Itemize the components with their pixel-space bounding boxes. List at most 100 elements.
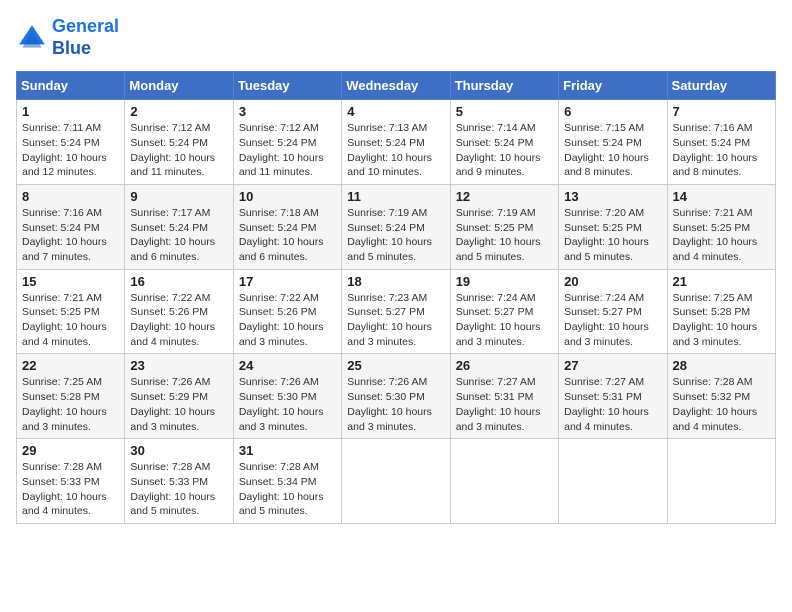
day-number: 2 <box>130 104 227 119</box>
calendar-cell: 14 Sunrise: 7:21 AMSunset: 5:25 PMDaylig… <box>667 184 775 269</box>
calendar-cell: 26 Sunrise: 7:27 AMSunset: 5:31 PMDaylig… <box>450 354 558 439</box>
day-number: 15 <box>22 274 119 289</box>
day-number: 10 <box>239 189 336 204</box>
day-detail: Sunrise: 7:17 AMSunset: 5:24 PMDaylight:… <box>130 206 227 265</box>
day-detail: Sunrise: 7:26 AMSunset: 5:29 PMDaylight:… <box>130 375 227 434</box>
calendar-cell: 16 Sunrise: 7:22 AMSunset: 5:26 PMDaylig… <box>125 269 233 354</box>
day-detail: Sunrise: 7:24 AMSunset: 5:27 PMDaylight:… <box>564 291 661 350</box>
week-row-5: 29 Sunrise: 7:28 AMSunset: 5:33 PMDaylig… <box>17 439 776 524</box>
day-number: 25 <box>347 358 444 373</box>
calendar-cell: 31 Sunrise: 7:28 AMSunset: 5:34 PMDaylig… <box>233 439 341 524</box>
day-detail: Sunrise: 7:25 AMSunset: 5:28 PMDaylight:… <box>22 375 119 434</box>
calendar-cell: 23 Sunrise: 7:26 AMSunset: 5:29 PMDaylig… <box>125 354 233 439</box>
day-number: 29 <box>22 443 119 458</box>
day-detail: Sunrise: 7:19 AMSunset: 5:24 PMDaylight:… <box>347 206 444 265</box>
page-header: General Blue <box>16 16 776 59</box>
calendar-cell: 29 Sunrise: 7:28 AMSunset: 5:33 PMDaylig… <box>17 439 125 524</box>
day-number: 17 <box>239 274 336 289</box>
week-row-1: 1 Sunrise: 7:11 AMSunset: 5:24 PMDayligh… <box>17 100 776 185</box>
day-detail: Sunrise: 7:26 AMSunset: 5:30 PMDaylight:… <box>239 375 336 434</box>
week-row-4: 22 Sunrise: 7:25 AMSunset: 5:28 PMDaylig… <box>17 354 776 439</box>
day-detail: Sunrise: 7:21 AMSunset: 5:25 PMDaylight:… <box>22 291 119 350</box>
day-number: 12 <box>456 189 553 204</box>
day-detail: Sunrise: 7:21 AMSunset: 5:25 PMDaylight:… <box>673 206 770 265</box>
calendar-cell: 4 Sunrise: 7:13 AMSunset: 5:24 PMDayligh… <box>342 100 450 185</box>
day-detail: Sunrise: 7:13 AMSunset: 5:24 PMDaylight:… <box>347 121 444 180</box>
day-detail: Sunrise: 7:12 AMSunset: 5:24 PMDaylight:… <box>130 121 227 180</box>
weekday-header-tuesday: Tuesday <box>233 72 341 100</box>
day-detail: Sunrise: 7:28 AMSunset: 5:33 PMDaylight:… <box>22 460 119 519</box>
day-number: 14 <box>673 189 770 204</box>
calendar-cell: 28 Sunrise: 7:28 AMSunset: 5:32 PMDaylig… <box>667 354 775 439</box>
calendar-cell: 20 Sunrise: 7:24 AMSunset: 5:27 PMDaylig… <box>559 269 667 354</box>
logo-icon <box>16 22 48 54</box>
day-number: 7 <box>673 104 770 119</box>
calendar-cell: 5 Sunrise: 7:14 AMSunset: 5:24 PMDayligh… <box>450 100 558 185</box>
day-number: 9 <box>130 189 227 204</box>
day-number: 27 <box>564 358 661 373</box>
calendar-cell: 10 Sunrise: 7:18 AMSunset: 5:24 PMDaylig… <box>233 184 341 269</box>
day-number: 5 <box>456 104 553 119</box>
calendar-cell <box>667 439 775 524</box>
calendar-cell: 24 Sunrise: 7:26 AMSunset: 5:30 PMDaylig… <box>233 354 341 439</box>
weekday-header-wednesday: Wednesday <box>342 72 450 100</box>
calendar-cell: 6 Sunrise: 7:15 AMSunset: 5:24 PMDayligh… <box>559 100 667 185</box>
calendar-cell: 3 Sunrise: 7:12 AMSunset: 5:24 PMDayligh… <box>233 100 341 185</box>
calendar-cell: 18 Sunrise: 7:23 AMSunset: 5:27 PMDaylig… <box>342 269 450 354</box>
calendar-table: SundayMondayTuesdayWednesdayThursdayFrid… <box>16 71 776 524</box>
calendar-cell: 11 Sunrise: 7:19 AMSunset: 5:24 PMDaylig… <box>342 184 450 269</box>
day-detail: Sunrise: 7:22 AMSunset: 5:26 PMDaylight:… <box>239 291 336 350</box>
calendar-cell: 15 Sunrise: 7:21 AMSunset: 5:25 PMDaylig… <box>17 269 125 354</box>
day-number: 28 <box>673 358 770 373</box>
day-detail: Sunrise: 7:28 AMSunset: 5:34 PMDaylight:… <box>239 460 336 519</box>
day-number: 21 <box>673 274 770 289</box>
day-detail: Sunrise: 7:19 AMSunset: 5:25 PMDaylight:… <box>456 206 553 265</box>
day-number: 18 <box>347 274 444 289</box>
day-detail: Sunrise: 7:20 AMSunset: 5:25 PMDaylight:… <box>564 206 661 265</box>
day-number: 6 <box>564 104 661 119</box>
calendar-cell: 12 Sunrise: 7:19 AMSunset: 5:25 PMDaylig… <box>450 184 558 269</box>
weekday-header-row: SundayMondayTuesdayWednesdayThursdayFrid… <box>17 72 776 100</box>
weekday-header-monday: Monday <box>125 72 233 100</box>
day-number: 13 <box>564 189 661 204</box>
day-detail: Sunrise: 7:25 AMSunset: 5:28 PMDaylight:… <box>673 291 770 350</box>
logo: General Blue <box>16 16 119 59</box>
day-detail: Sunrise: 7:22 AMSunset: 5:26 PMDaylight:… <box>130 291 227 350</box>
day-detail: Sunrise: 7:11 AMSunset: 5:24 PMDaylight:… <box>22 121 119 180</box>
day-number: 20 <box>564 274 661 289</box>
day-detail: Sunrise: 7:27 AMSunset: 5:31 PMDaylight:… <box>456 375 553 434</box>
weekday-header-saturday: Saturday <box>667 72 775 100</box>
day-number: 3 <box>239 104 336 119</box>
calendar-cell: 7 Sunrise: 7:16 AMSunset: 5:24 PMDayligh… <box>667 100 775 185</box>
logo-text: General Blue <box>52 16 119 59</box>
day-number: 11 <box>347 189 444 204</box>
day-detail: Sunrise: 7:23 AMSunset: 5:27 PMDaylight:… <box>347 291 444 350</box>
day-detail: Sunrise: 7:24 AMSunset: 5:27 PMDaylight:… <box>456 291 553 350</box>
day-detail: Sunrise: 7:16 AMSunset: 5:24 PMDaylight:… <box>22 206 119 265</box>
day-detail: Sunrise: 7:26 AMSunset: 5:30 PMDaylight:… <box>347 375 444 434</box>
day-detail: Sunrise: 7:18 AMSunset: 5:24 PMDaylight:… <box>239 206 336 265</box>
day-detail: Sunrise: 7:28 AMSunset: 5:33 PMDaylight:… <box>130 460 227 519</box>
day-number: 4 <box>347 104 444 119</box>
day-number: 8 <box>22 189 119 204</box>
calendar-cell: 8 Sunrise: 7:16 AMSunset: 5:24 PMDayligh… <box>17 184 125 269</box>
day-number: 1 <box>22 104 119 119</box>
calendar-cell: 27 Sunrise: 7:27 AMSunset: 5:31 PMDaylig… <box>559 354 667 439</box>
calendar-cell: 17 Sunrise: 7:22 AMSunset: 5:26 PMDaylig… <box>233 269 341 354</box>
calendar-cell: 1 Sunrise: 7:11 AMSunset: 5:24 PMDayligh… <box>17 100 125 185</box>
weekday-header-thursday: Thursday <box>450 72 558 100</box>
day-detail: Sunrise: 7:28 AMSunset: 5:32 PMDaylight:… <box>673 375 770 434</box>
calendar-cell: 19 Sunrise: 7:24 AMSunset: 5:27 PMDaylig… <box>450 269 558 354</box>
calendar-cell <box>559 439 667 524</box>
day-detail: Sunrise: 7:12 AMSunset: 5:24 PMDaylight:… <box>239 121 336 180</box>
day-number: 22 <box>22 358 119 373</box>
calendar-cell <box>450 439 558 524</box>
week-row-3: 15 Sunrise: 7:21 AMSunset: 5:25 PMDaylig… <box>17 269 776 354</box>
calendar-cell: 30 Sunrise: 7:28 AMSunset: 5:33 PMDaylig… <box>125 439 233 524</box>
calendar-cell: 22 Sunrise: 7:25 AMSunset: 5:28 PMDaylig… <box>17 354 125 439</box>
day-number: 31 <box>239 443 336 458</box>
calendar-cell: 21 Sunrise: 7:25 AMSunset: 5:28 PMDaylig… <box>667 269 775 354</box>
day-number: 16 <box>130 274 227 289</box>
day-detail: Sunrise: 7:16 AMSunset: 5:24 PMDaylight:… <box>673 121 770 180</box>
calendar-cell: 2 Sunrise: 7:12 AMSunset: 5:24 PMDayligh… <box>125 100 233 185</box>
